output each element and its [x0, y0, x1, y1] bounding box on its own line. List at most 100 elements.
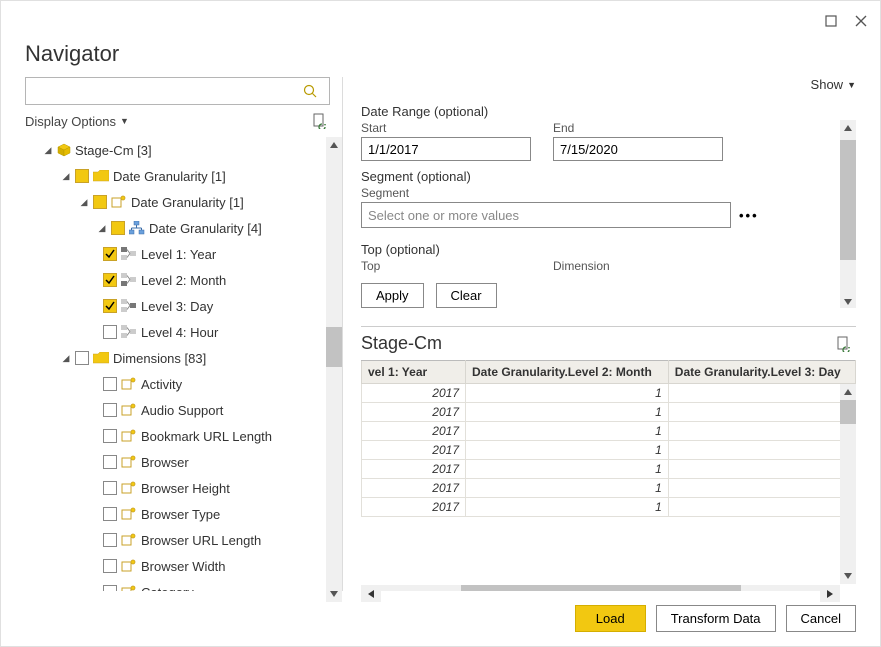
- tree-dim-item[interactable]: Browser Type: [25, 501, 332, 527]
- table-cell: 6: [668, 479, 855, 498]
- scroll-down-icon[interactable]: [840, 568, 856, 584]
- checkbox[interactable]: [75, 351, 89, 365]
- dimension-icon: [121, 533, 137, 547]
- checkbox[interactable]: [103, 325, 117, 339]
- table-row[interactable]: 201716: [362, 479, 856, 498]
- table-cell: 2017: [362, 422, 466, 441]
- transform-data-button[interactable]: Transform Data: [656, 605, 776, 632]
- checkbox[interactable]: [103, 481, 117, 495]
- scroll-up-icon[interactable]: [840, 384, 856, 400]
- tree-level-day[interactable]: Level 3: Day: [25, 293, 332, 319]
- tree-label: Date Granularity [4]: [149, 221, 262, 236]
- table-cell: 2017: [362, 479, 466, 498]
- scroll-down-icon[interactable]: [840, 294, 856, 308]
- tree-level-month[interactable]: Level 2: Month: [25, 267, 332, 293]
- table-row[interactable]: 201712: [362, 403, 856, 422]
- start-date-input[interactable]: [361, 137, 531, 161]
- segment-title: Segment (optional): [361, 169, 838, 184]
- checkbox[interactable]: [103, 299, 117, 313]
- tree-level-hour[interactable]: Level 4: Hour: [25, 319, 332, 345]
- table-cell: 1: [466, 441, 669, 460]
- scroll-thumb[interactable]: [326, 327, 342, 367]
- collapse-icon[interactable]: ◢: [79, 197, 89, 208]
- load-button[interactable]: Load: [575, 605, 646, 632]
- table-cell: 1: [466, 384, 669, 403]
- display-options-dropdown[interactable]: Display Options ▼: [25, 114, 129, 129]
- folder-icon: [93, 170, 109, 182]
- scroll-down-icon[interactable]: [326, 586, 342, 602]
- ellipsis-icon[interactable]: •••: [739, 208, 759, 223]
- chevron-down-icon: ▼: [120, 116, 129, 126]
- show-dropdown[interactable]: Show ▼: [811, 77, 856, 92]
- tree-hier-dategran[interactable]: ◢ Date Granularity [4]: [25, 215, 332, 241]
- refresh-icon[interactable]: [836, 336, 852, 352]
- tree-label: Date Granularity [1]: [113, 169, 226, 184]
- tree-level-year[interactable]: Level 1: Year: [25, 241, 332, 267]
- col-month[interactable]: Date Granularity.Level 2: Month: [466, 361, 669, 384]
- checkbox[interactable]: [111, 221, 125, 235]
- checkbox[interactable]: [103, 273, 117, 287]
- form-scrollbar[interactable]: [840, 120, 856, 308]
- clear-button[interactable]: Clear: [436, 283, 497, 308]
- search-icon[interactable]: [303, 84, 329, 98]
- tree-dim-item[interactable]: Bookmark URL Length: [25, 423, 332, 449]
- scroll-thumb[interactable]: [840, 140, 856, 260]
- checkbox[interactable]: [103, 377, 117, 391]
- collapse-icon[interactable]: ◢: [43, 145, 53, 156]
- tree-cube-stagecm[interactable]: ◢ Stage-Cm [3]: [25, 137, 332, 163]
- checkbox[interactable]: [103, 507, 117, 521]
- maximize-icon[interactable]: [824, 14, 838, 28]
- table-cell: 1: [668, 384, 855, 403]
- collapse-icon[interactable]: ◢: [97, 223, 107, 234]
- end-date-input[interactable]: [553, 137, 723, 161]
- tree-label: Dimensions [83]: [113, 351, 206, 366]
- checkbox[interactable]: [75, 169, 89, 183]
- col-day[interactable]: Date Granularity.Level 3: Day: [668, 361, 855, 384]
- navigator-tree[interactable]: ◢ Stage-Cm [3] ◢ Date Granularity [1] ◢ …: [25, 137, 342, 602]
- tree-scrollbar[interactable]: [326, 137, 342, 602]
- table-row[interactable]: 201713: [362, 422, 856, 441]
- display-options-label: Display Options: [25, 114, 116, 129]
- table-scrollbar-v[interactable]: [840, 384, 856, 584]
- search-input[interactable]: [26, 78, 303, 104]
- scroll-up-icon[interactable]: [840, 120, 856, 136]
- scroll-left-icon[interactable]: [361, 585, 381, 602]
- refresh-icon[interactable]: [312, 113, 328, 129]
- tree-dim-item[interactable]: Activity: [25, 371, 332, 397]
- table-row[interactable]: 201714: [362, 441, 856, 460]
- collapse-icon[interactable]: ◢: [61, 353, 71, 364]
- table-cell: 2017: [362, 441, 466, 460]
- search-input-wrap[interactable]: [25, 77, 330, 105]
- tree-dim-item[interactable]: Browser Width: [25, 553, 332, 579]
- table-cell: 3: [668, 422, 855, 441]
- tree-dim-item[interactable]: Audio Support: [25, 397, 332, 423]
- table-row[interactable]: 201717: [362, 498, 856, 517]
- tree-folder-dimensions[interactable]: ◢ Dimensions [83]: [25, 345, 332, 371]
- checkbox[interactable]: [103, 455, 117, 469]
- table-row[interactable]: 201715: [362, 460, 856, 479]
- tree-dim-item[interactable]: Browser URL Length: [25, 527, 332, 553]
- scroll-thumb[interactable]: [840, 400, 856, 424]
- cancel-button[interactable]: Cancel: [786, 605, 856, 632]
- checkbox[interactable]: [103, 247, 117, 261]
- segment-input[interactable]: Select one or more values: [361, 202, 731, 228]
- tree-dim-item[interactable]: Browser Height: [25, 475, 332, 501]
- scroll-up-icon[interactable]: [326, 137, 342, 153]
- apply-button[interactable]: Apply: [361, 283, 424, 308]
- tree-label: Bookmark URL Length: [141, 429, 272, 444]
- checkbox[interactable]: [93, 195, 107, 209]
- tree-dim-dategran[interactable]: ◢ Date Granularity [1]: [25, 189, 332, 215]
- checkbox[interactable]: [103, 429, 117, 443]
- close-icon[interactable]: [854, 14, 868, 28]
- collapse-icon[interactable]: ◢: [61, 171, 71, 182]
- scroll-right-icon[interactable]: [820, 585, 840, 602]
- tree-dim-item[interactable]: Browser: [25, 449, 332, 475]
- checkbox[interactable]: [103, 533, 117, 547]
- checkbox[interactable]: [103, 403, 117, 417]
- tree-folder-dategran[interactable]: ◢ Date Granularity [1]: [25, 163, 332, 189]
- table-row[interactable]: 201711: [362, 384, 856, 403]
- end-label: End: [553, 121, 723, 135]
- tree-label: Date Granularity [1]: [131, 195, 244, 210]
- col-year[interactable]: vel 1: Year: [362, 361, 466, 384]
- checkbox[interactable]: [103, 559, 117, 573]
